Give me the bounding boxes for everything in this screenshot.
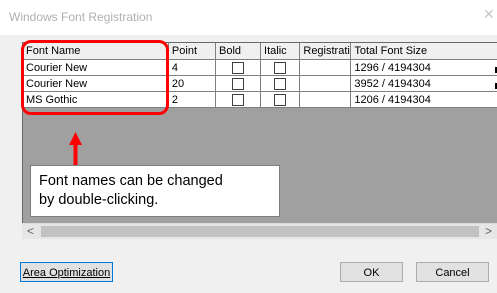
callout-line-2: by double-clicking. bbox=[39, 192, 159, 208]
callout-arrow-shaft bbox=[73, 144, 78, 166]
area-optimization-button[interactable]: Area Optimization bbox=[20, 262, 113, 282]
area-optimization-label: Area Optimization bbox=[22, 267, 111, 279]
font-registration-dialog: Windows Font Registration ✕ Font Name Po… bbox=[0, 0, 497, 293]
callout-line-1: Font names can be changed bbox=[39, 173, 223, 189]
cancel-button[interactable]: Cancel bbox=[416, 262, 489, 282]
callout-arrow bbox=[69, 132, 82, 166]
ok-button[interactable]: OK bbox=[340, 262, 403, 282]
callout-arrow-head bbox=[69, 132, 82, 145]
callout-note: Font names can be changed by double-clic… bbox=[30, 165, 280, 217]
callout-text: Font names can be changed by double-clic… bbox=[39, 172, 223, 210]
